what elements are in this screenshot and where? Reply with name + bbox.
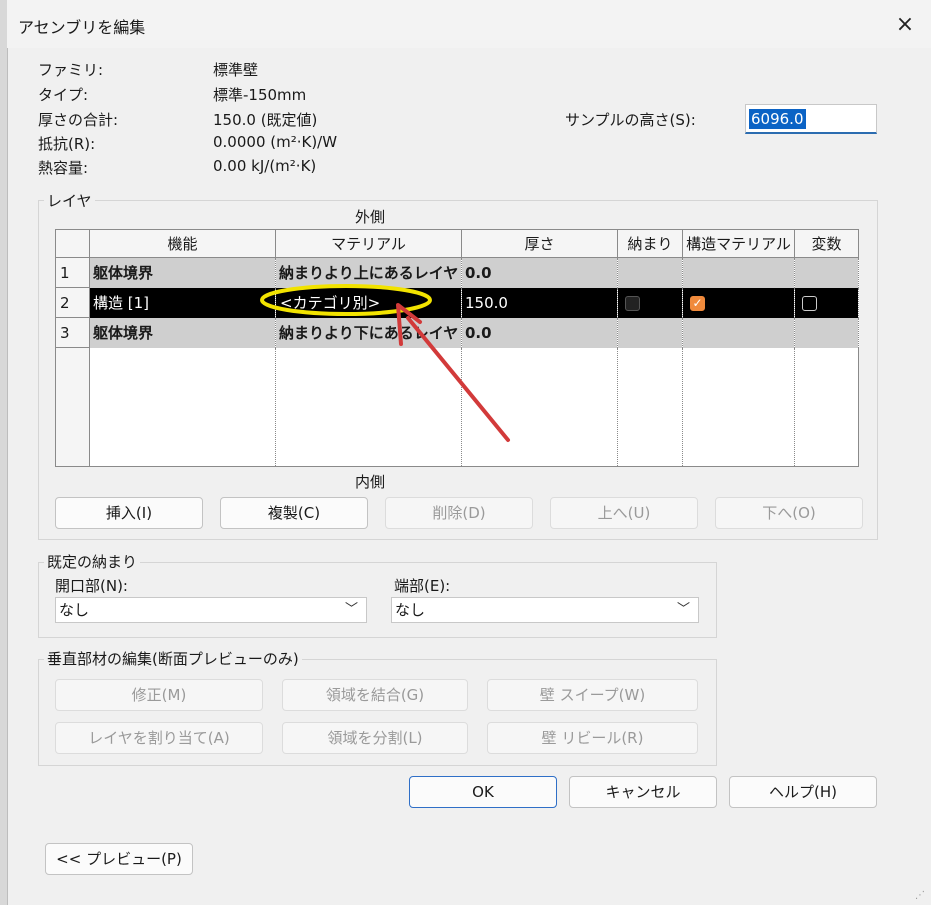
insert-button[interactable]: 挿入(I) — [55, 497, 203, 529]
row-number-empty — [55, 347, 90, 467]
merge-regions-button[interactable]: 領域を結合(G) — [282, 679, 468, 711]
sample-height-value: 6096.0 — [749, 109, 806, 129]
table-header-row: 機能 マテリアル 厚さ 納まり 構造マテリアル 変数 — [55, 229, 859, 258]
resistance-value: 0.0000 (m²·K)/W — [213, 133, 338, 151]
column-header[interactable]: 変数 — [794, 229, 859, 258]
wrap-cell — [617, 257, 683, 288]
sample-height-input[interactable]: 6096.0 — [745, 104, 877, 134]
resistance-label: 抵抗(R): — [38, 135, 96, 153]
column-header[interactable]: マテリアル — [275, 229, 462, 258]
preview-button[interactable]: << プレビュー(P) — [45, 843, 193, 875]
ok-button[interactable]: OK — [409, 776, 557, 808]
help-button[interactable]: ヘルプ(H) — [729, 776, 877, 808]
row-number[interactable]: 2 — [55, 287, 90, 318]
table-empty-area — [55, 347, 859, 467]
function-cell[interactable]: 躯体境界 — [89, 257, 276, 288]
heat-capacity-value: 0.00 kJ/(m²·K) — [213, 157, 317, 175]
duplicate-button[interactable]: 複製(C) — [220, 497, 368, 529]
thickness-value: 150.0 (既定値) — [213, 111, 318, 129]
openings-select[interactable]: なし ﹀ — [55, 597, 367, 623]
thickness-cell[interactable]: 0.0 — [461, 317, 618, 348]
column-header[interactable]: 納まり — [617, 229, 683, 258]
column-header[interactable]: 構造マテリアル — [682, 229, 795, 258]
close-icon[interactable]: × — [890, 10, 920, 40]
modify-button[interactable]: 修正(M) — [55, 679, 263, 711]
type-label: タイプ: — [38, 86, 89, 104]
ends-value: なし — [395, 601, 426, 619]
function-cell[interactable]: 躯体境界 — [89, 317, 276, 348]
variable-cell — [794, 317, 859, 348]
layers-group-label: レイヤ — [44, 190, 95, 211]
resize-grip-icon[interactable]: ⋰ — [915, 890, 925, 901]
default-wrapping-label: 既定の納まり — [44, 551, 141, 572]
vertical-edit-label: 垂直部材の編集(断面プレビューのみ) — [44, 648, 302, 669]
structural-material-checkbox[interactable]: ✓ — [690, 295, 705, 311]
table-row[interactable]: 1 躯体境界 納まりより上にあるレイヤ 0.0 — [55, 257, 859, 288]
openings-label: 開口部(N): — [55, 577, 128, 595]
wrap-cell — [617, 287, 683, 318]
cancel-button[interactable]: キャンセル — [569, 776, 717, 808]
layers-table: 機能 マテリアル 厚さ 納まり 構造マテリアル 変数 1 躯体境界 納まりより上… — [55, 229, 859, 467]
family-label: ファミリ: — [38, 61, 104, 79]
heat-capacity-label: 熱容量: — [38, 159, 89, 177]
table-row[interactable]: 3 躯体境界 納まりより下にあるレイヤ 0.0 — [55, 317, 859, 348]
structural-cell: ✓ — [682, 287, 795, 318]
wrap-cell — [617, 317, 683, 348]
ends-label: 端部(E): — [394, 577, 451, 595]
structural-cell — [682, 317, 795, 348]
ends-select[interactable]: なし ﹀ — [391, 597, 699, 623]
assign-layers-button[interactable]: レイヤを割り当て(A) — [55, 722, 263, 754]
thickness-cell[interactable]: 150.0 — [461, 287, 618, 318]
table-row-selected[interactable]: 2 構造 [1] <カテゴリ別> 150.0 ✓ — [55, 287, 859, 318]
sample-height-label: サンプルの高さ(S): — [565, 111, 696, 129]
move-up-button[interactable]: 上へ(U) — [550, 497, 698, 529]
title-bar — [7, 0, 931, 48]
type-value: 標準-150mm — [213, 86, 307, 104]
delete-button[interactable]: 削除(D) — [385, 497, 533, 529]
family-value: 標準壁 — [213, 61, 259, 79]
empty-cell — [275, 347, 462, 467]
thickness-cell[interactable]: 0.0 — [461, 257, 618, 288]
variable-cell — [794, 287, 859, 318]
empty-cell — [682, 347, 795, 467]
wall-reveals-button[interactable]: 壁 リビール(R) — [487, 722, 698, 754]
column-header[interactable]: 機能 — [89, 229, 276, 258]
rownum-header — [55, 229, 90, 258]
exterior-label: 外側 — [355, 208, 386, 226]
background-app-strip — [0, 0, 7, 905]
function-cell[interactable]: 構造 [1] — [89, 287, 276, 318]
move-down-button[interactable]: 下へ(O) — [715, 497, 863, 529]
column-header[interactable]: 厚さ — [461, 229, 618, 258]
wrap-checkbox[interactable] — [625, 295, 640, 311]
row-number[interactable]: 3 — [55, 317, 90, 348]
chevron-down-icon: ﹀ — [344, 602, 358, 617]
empty-cell — [461, 347, 618, 467]
chevron-down-icon: ﹀ — [676, 602, 690, 617]
empty-cell — [89, 347, 276, 467]
openings-value: なし — [59, 601, 90, 619]
wall-sweeps-button[interactable]: 壁 スイープ(W) — [487, 679, 698, 711]
row-number[interactable]: 1 — [55, 257, 90, 288]
material-cell[interactable]: <カテゴリ別> — [275, 287, 462, 318]
empty-cell — [617, 347, 683, 467]
thickness-label: 厚さの合計: — [38, 111, 119, 129]
dialog-title: アセンブリを編集 — [18, 18, 146, 37]
split-region-button[interactable]: 領域を分割(L) — [282, 722, 468, 754]
variable-checkbox[interactable] — [802, 295, 817, 311]
structural-cell — [682, 257, 795, 288]
material-cell[interactable]: 納まりより上にあるレイヤ — [275, 257, 462, 288]
variable-cell — [794, 257, 859, 288]
interior-label: 内側 — [355, 473, 386, 491]
empty-cell — [794, 347, 859, 467]
material-cell[interactable]: 納まりより下にあるレイヤ — [275, 317, 462, 348]
